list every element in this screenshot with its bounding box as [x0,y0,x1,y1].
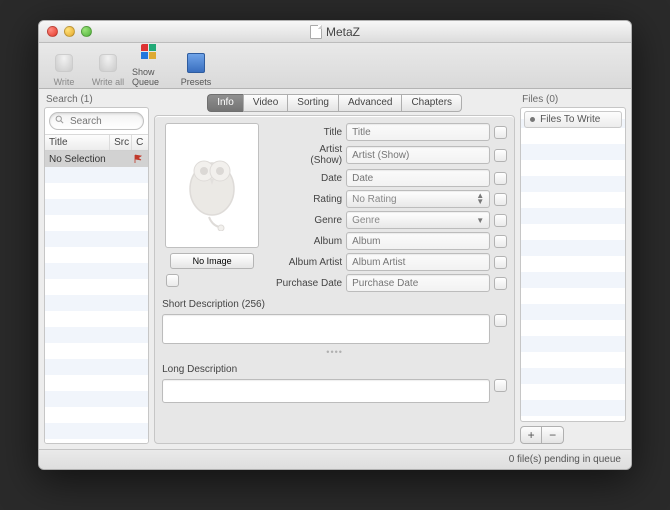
toolbar-presets-label: Presets [181,77,212,87]
rating-label: Rating [268,194,342,205]
files-panel-title: Files (0) [520,94,626,107]
close-icon[interactable] [47,26,58,37]
status-bar: 0 file(s) pending in queue [39,449,631,469]
write-icon [55,54,73,72]
toolbar-show-queue[interactable]: Show Queue [132,40,172,87]
long-desc-label: Long Description [162,364,507,375]
date-label: Date [268,173,342,184]
genre-select[interactable]: Genre▼ [346,211,490,229]
queue-status-label: 0 file(s) pending in queue [509,454,621,465]
toolbar-write-all-label: Write all [92,77,124,87]
write-all-icon [99,54,117,72]
bullet-icon [530,117,535,122]
no-image-button[interactable]: No Image [170,253,254,269]
long-desc-field[interactable] [162,379,490,403]
col-c[interactable]: C [132,135,148,150]
search-columns[interactable]: Title Src C [45,134,148,151]
no-selection-label: No Selection [49,154,106,165]
artist-checkbox[interactable] [494,149,507,162]
rating-checkbox[interactable] [494,193,507,206]
window-controls [47,26,92,37]
window-title: MetaZ [326,25,360,39]
search-row-selected[interactable]: No Selection [45,151,148,167]
toolbar-write-all[interactable]: Write all [88,50,128,87]
purchase-date-field[interactable] [346,274,490,292]
search-listbox: Title Src C No Selection [44,107,149,444]
short-desc-label: Short Description (256) [162,299,507,310]
resize-grip-icon[interactable]: •••• [326,347,343,357]
toolbar-write[interactable]: Write [44,50,84,87]
short-desc-checkbox[interactable] [494,314,507,327]
owl-placeholder-icon [177,141,247,231]
tab-video[interactable]: Video [243,94,287,112]
files-panel: Files (0) Files To Write + − [520,94,626,444]
toolbar-presets[interactable]: Presets [176,50,216,87]
search-panel-title: Search (1) [44,94,149,107]
remove-file-button[interactable]: − [542,426,564,444]
title-field[interactable] [346,123,490,141]
col-title[interactable]: Title [45,135,110,150]
flag-icon [134,154,144,164]
title-label: Title [268,127,342,138]
album-artist-checkbox[interactable] [494,256,507,269]
search-results[interactable]: No Selection [45,151,148,443]
long-desc-checkbox[interactable] [494,379,507,392]
tab-advanced[interactable]: Advanced [338,94,401,112]
zoom-icon[interactable] [81,26,92,37]
date-checkbox[interactable] [494,172,507,185]
date-field[interactable] [346,169,490,187]
minimize-icon[interactable] [64,26,75,37]
files-header-label: Files To Write [540,114,600,125]
toolbar-show-queue-label: Show Queue [132,67,172,87]
content-area: Search (1) Title Src C No Selection [39,89,631,449]
purchase-date-checkbox[interactable] [494,277,507,290]
search-panel: Search (1) Title Src C No Selection [44,94,149,444]
toolbar-write-label: Write [54,77,75,87]
album-artist-label: Album Artist [268,257,342,268]
add-file-button[interactable]: + [520,426,542,444]
files-listbox[interactable]: Files To Write [520,107,626,422]
queue-icon [141,44,163,62]
title-checkbox[interactable] [494,126,507,139]
genre-checkbox[interactable] [494,214,507,227]
files-header[interactable]: Files To Write [524,111,622,128]
album-artist-field[interactable] [346,253,490,271]
tab-sorting[interactable]: Sorting [287,94,338,112]
artist-field[interactable] [346,146,490,164]
short-desc-field[interactable] [162,314,490,344]
artwork-checkbox[interactable] [166,274,179,287]
info-form: No Image Title Artist (Show) [154,115,515,444]
artwork-well[interactable] [165,123,259,248]
stepper-icon: ▲▼ [476,193,484,205]
app-window: MetaZ Write Write all Show Queue Presets… [38,20,632,470]
search-icon [55,115,65,125]
album-checkbox[interactable] [494,235,507,248]
purchase-date-label: Purchase Date [268,278,342,289]
col-src[interactable]: Src [110,135,132,150]
tab-info[interactable]: Info [207,94,243,112]
fields: Title Artist (Show) [268,123,507,292]
editor-panel: Info Video Sorting Advanced Chapters [154,94,515,444]
album-field[interactable] [346,232,490,250]
document-icon [310,25,322,39]
rating-select[interactable]: No Rating▲▼ [346,190,490,208]
album-label: Album [268,236,342,247]
artist-label: Artist (Show) [268,144,342,166]
presets-icon [187,53,205,73]
chevron-down-icon: ▼ [476,216,484,225]
titlebar: MetaZ [39,21,631,43]
genre-label: Genre [268,215,342,226]
tab-chapters[interactable]: Chapters [401,94,462,112]
toolbar: Write Write all Show Queue Presets [39,43,631,89]
tab-bar: Info Video Sorting Advanced Chapters [207,94,462,112]
